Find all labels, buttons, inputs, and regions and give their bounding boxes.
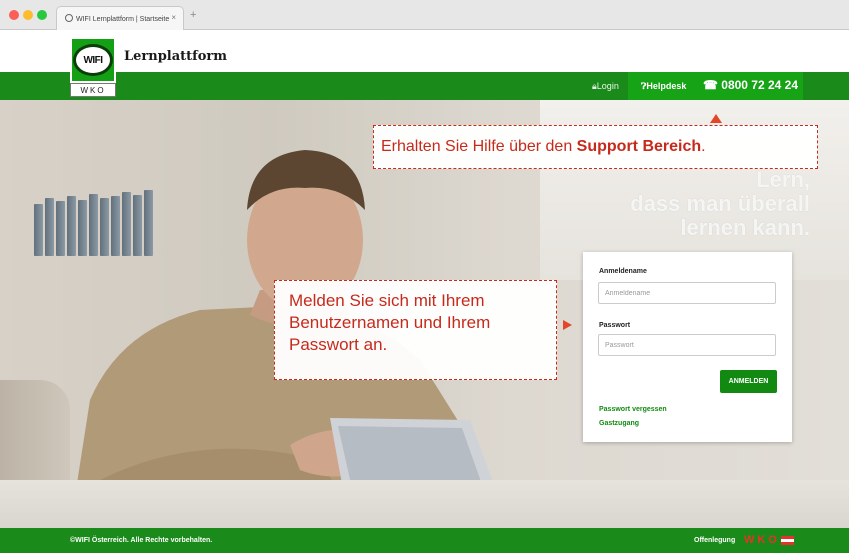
maximize-window-button[interactable] — [37, 10, 47, 20]
close-window-button[interactable] — [9, 10, 19, 20]
helpdesk-link[interactable]: ❓︎Helpdesk — [641, 81, 686, 92]
wko-logo-text: WKO — [744, 534, 780, 546]
guest-access-link[interactable]: Gastzugang — [599, 420, 639, 427]
brand-title: Lernplattform — [124, 49, 228, 64]
login-link-label: Login — [596, 81, 619, 91]
close-tab-icon[interactable]: × — [171, 13, 176, 22]
austria-flag-icon — [780, 535, 794, 545]
new-tab-button[interactable]: + — [190, 9, 196, 21]
password-input[interactable] — [598, 334, 776, 356]
browser-chrome: WIFI Lernplattform | Startseite × + — [0, 0, 849, 30]
wko-logo[interactable]: WKO — [744, 533, 794, 547]
tab-title: WIFI Lernplattform | Startseite — [76, 16, 170, 23]
username-label: Anmeldename — [599, 268, 647, 275]
imprint-link[interactable]: Offenlegung — [694, 537, 735, 544]
logo-subtext: WKO — [70, 83, 116, 97]
hero-tagline-line: dass man überall — [630, 191, 810, 216]
minimize-window-button[interactable] — [23, 10, 33, 20]
hero-tagline-line: Lern, — [756, 167, 810, 192]
login-submit-button[interactable]: ANMELDEN — [720, 370, 777, 393]
login-form: Anmeldename Passwort ANMELDEN Passwort v… — [583, 252, 792, 442]
login-callout: Melden Sie sich mit Ihrem Benutzernamen … — [274, 280, 557, 380]
logo-text: WIFI — [73, 44, 113, 76]
support-callout-text: Erhalten Sie Hilfe über den — [381, 138, 577, 155]
phone-icon: ☎︎ — [703, 78, 722, 92]
username-input[interactable] — [598, 282, 776, 304]
forgot-password-link[interactable]: Passwort vergessen — [599, 406, 667, 413]
support-callout: Erhalten Sie Hilfe über den Support Bere… — [373, 125, 818, 169]
support-callout-bold: Support Bereich — [576, 138, 702, 155]
phone-number: 0800 72 24 24 — [721, 78, 799, 92]
support-callout-suffix: . — [701, 138, 706, 155]
login-link[interactable]: 🔒︎Login — [592, 81, 619, 92]
annotation-arrow-right-icon — [563, 320, 572, 330]
wifi-logo[interactable]: WIFI WKO — [70, 37, 116, 99]
hero-tagline-line: lernen kann. — [680, 215, 810, 240]
hero-tagline: Lern, dass man überall lernen kann. — [590, 168, 810, 240]
browser-tab[interactable]: WIFI Lernplattform | Startseite × — [56, 6, 184, 30]
helpdesk-link-label: Helpdesk — [646, 81, 687, 91]
password-label: Passwort — [599, 322, 631, 329]
annotation-arrow-up-icon — [710, 114, 722, 123]
globe-icon — [65, 14, 73, 22]
helpdesk-phone[interactable]: ☎︎ 0800 72 24 24 — [703, 78, 798, 92]
copyright-text: ©WIFI Österreich. Alle Rechte vorbehalte… — [70, 537, 213, 544]
